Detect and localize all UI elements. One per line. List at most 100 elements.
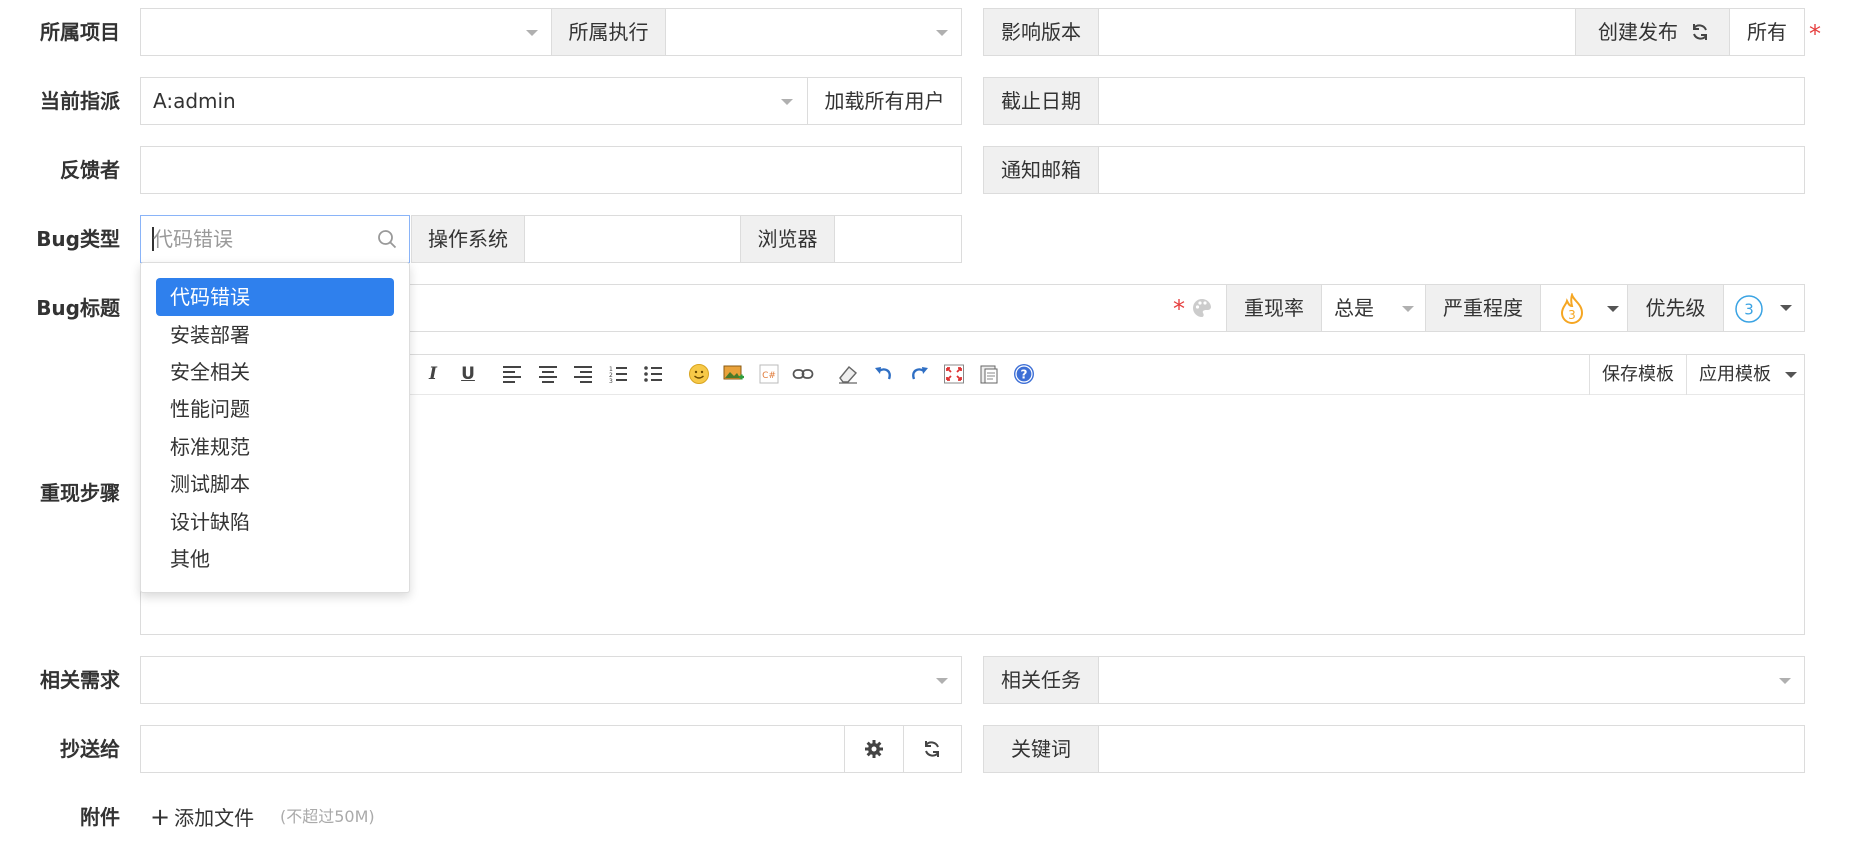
bug-type-option[interactable]: 安装部署 <box>156 316 394 354</box>
search-icon <box>378 230 397 249</box>
priority-value: 3 <box>1744 301 1754 319</box>
reproduce-rate-select[interactable]: 总是 <box>1321 284 1426 332</box>
chevron-down-icon <box>1785 372 1797 378</box>
feedback-label: 反馈者 <box>60 158 120 182</box>
apply-template-button[interactable]: 应用模板 <box>1686 355 1804 395</box>
notify-email-input[interactable] <box>1098 146 1805 194</box>
ordered-list-icon[interactable]: 123 <box>608 364 628 384</box>
add-file-label: 添加文件 <box>174 806 255 830</box>
bug-type-option[interactable]: 设计缺陷 <box>156 503 394 541</box>
link-icon[interactable] <box>792 364 814 384</box>
create-release-label: 创建发布 <box>1598 20 1678 44</box>
bug-type-search-input[interactable]: 代码错误 <box>140 215 410 263</box>
bug-type-option[interactable]: 测试脚本 <box>156 465 394 503</box>
assigned-label: 当前指派 <box>40 89 120 113</box>
bug-type-option[interactable]: 其他 <box>156 540 394 578</box>
os-select[interactable] <box>524 215 741 263</box>
gear-icon <box>865 740 883 758</box>
load-all-users-button[interactable]: 加载所有用户 <box>807 77 962 125</box>
undo-icon[interactable] <box>873 363 895 385</box>
redo-icon[interactable] <box>908 363 930 385</box>
priority-select[interactable]: 3 <box>1723 284 1805 332</box>
cc-refresh-button[interactable] <box>903 725 962 773</box>
severity-value: 3 <box>1568 308 1576 322</box>
all-versions-button[interactable]: 所有 <box>1729 8 1805 56</box>
chevron-down-icon <box>936 678 948 684</box>
add-file-button[interactable]: + 添加文件 <box>150 793 254 841</box>
browser-select[interactable] <box>834 215 962 263</box>
reproduce-rate-value: 总是 <box>1334 296 1374 320</box>
reproduce-rate-label: 重现率 <box>1226 284 1322 332</box>
all-versions-label: 所有 <box>1747 20 1787 44</box>
cc-select[interactable] <box>140 725 845 773</box>
plus-icon: + <box>150 803 171 831</box>
cc-settings-button[interactable] <box>844 725 904 773</box>
fullscreen-icon[interactable] <box>943 363 965 385</box>
keywords-label: 关键词 <box>983 725 1099 773</box>
related-story-label: 相关需求 <box>40 668 120 692</box>
bug-type-option[interactable]: 标准规范 <box>156 428 394 466</box>
apply-template-label: 应用模板 <box>1699 364 1771 385</box>
cc-label: 抄送给 <box>60 737 120 761</box>
chevron-down-icon <box>1402 306 1414 312</box>
eraser-icon[interactable] <box>837 363 859 385</box>
fire-icon: 3 <box>1560 293 1584 324</box>
svg-text:3: 3 <box>609 378 613 384</box>
required-mark: * <box>1809 20 1821 48</box>
affected-version-label: 影响版本 <box>983 8 1099 56</box>
file-size-limit: (不超过50M) <box>280 807 375 826</box>
browser-label: 浏览器 <box>740 215 835 263</box>
save-template-button[interactable]: 保存模板 <box>1589 355 1686 395</box>
feedback-input[interactable] <box>140 146 962 194</box>
insert-image-icon[interactable] <box>723 363 745 385</box>
execution-label: 所属执行 <box>551 8 666 56</box>
chevron-down-icon <box>1779 678 1791 684</box>
chevron-down-icon <box>1780 305 1792 311</box>
affected-version-input[interactable] <box>1098 8 1576 56</box>
deadline-label: 截止日期 <box>983 77 1099 125</box>
assigned-select[interactable]: A:admin <box>140 77 808 125</box>
refresh-icon <box>1693 24 1707 40</box>
chevron-down-icon <box>936 30 948 36</box>
unordered-list-icon[interactable] <box>643 364 663 384</box>
svg-text:?: ? <box>1021 368 1028 382</box>
os-label: 操作系统 <box>411 215 525 263</box>
align-center-icon[interactable] <box>538 364 558 384</box>
deadline-input[interactable] <box>1098 77 1805 125</box>
severity-label: 严重程度 <box>1425 284 1541 332</box>
help-icon[interactable]: ? <box>1013 363 1035 385</box>
bug-type-placeholder: 代码错误 <box>153 227 233 251</box>
palette-icon[interactable] <box>1191 297 1213 319</box>
paste-icon[interactable] <box>978 363 1000 385</box>
underline-icon[interactable]: U <box>456 362 480 386</box>
related-story-select[interactable] <box>140 656 962 704</box>
project-label: 所属项目 <box>40 20 120 44</box>
emoji-icon[interactable] <box>688 363 710 385</box>
execution-select[interactable] <box>665 8 962 56</box>
priority-label: 优先级 <box>1627 284 1724 332</box>
chevron-down-icon <box>781 99 793 105</box>
code-icon[interactable]: C# <box>758 363 780 385</box>
related-task-select[interactable] <box>1098 656 1805 704</box>
bug-type-option[interactable]: 性能问题 <box>156 390 394 428</box>
chevron-down-icon <box>1607 306 1619 312</box>
steps-label: 重现步骤 <box>40 481 120 505</box>
bug-title-label: Bug标题 <box>36 296 120 320</box>
priority-circle-icon: 3 <box>1735 295 1763 323</box>
required-mark: * <box>1173 295 1185 323</box>
align-left-icon[interactable] <box>502 364 522 384</box>
italic-icon[interactable]: I <box>421 362 445 386</box>
svg-text:C#: C# <box>762 371 776 381</box>
notify-email-label: 通知邮箱 <box>983 146 1099 194</box>
create-release-button[interactable]: 创建发布 <box>1575 8 1730 56</box>
bug-type-label: Bug类型 <box>36 227 120 251</box>
assigned-value: A:admin <box>153 89 236 113</box>
align-right-icon[interactable] <box>573 364 593 384</box>
keywords-input[interactable] <box>1098 725 1805 773</box>
chevron-down-icon <box>526 30 538 36</box>
bug-type-option[interactable]: 安全相关 <box>156 353 394 391</box>
project-select[interactable] <box>140 8 552 56</box>
severity-select[interactable]: 3 <box>1540 284 1628 332</box>
attachment-label: 附件 <box>80 805 120 829</box>
bug-type-option[interactable]: 代码错误 <box>156 278 394 316</box>
